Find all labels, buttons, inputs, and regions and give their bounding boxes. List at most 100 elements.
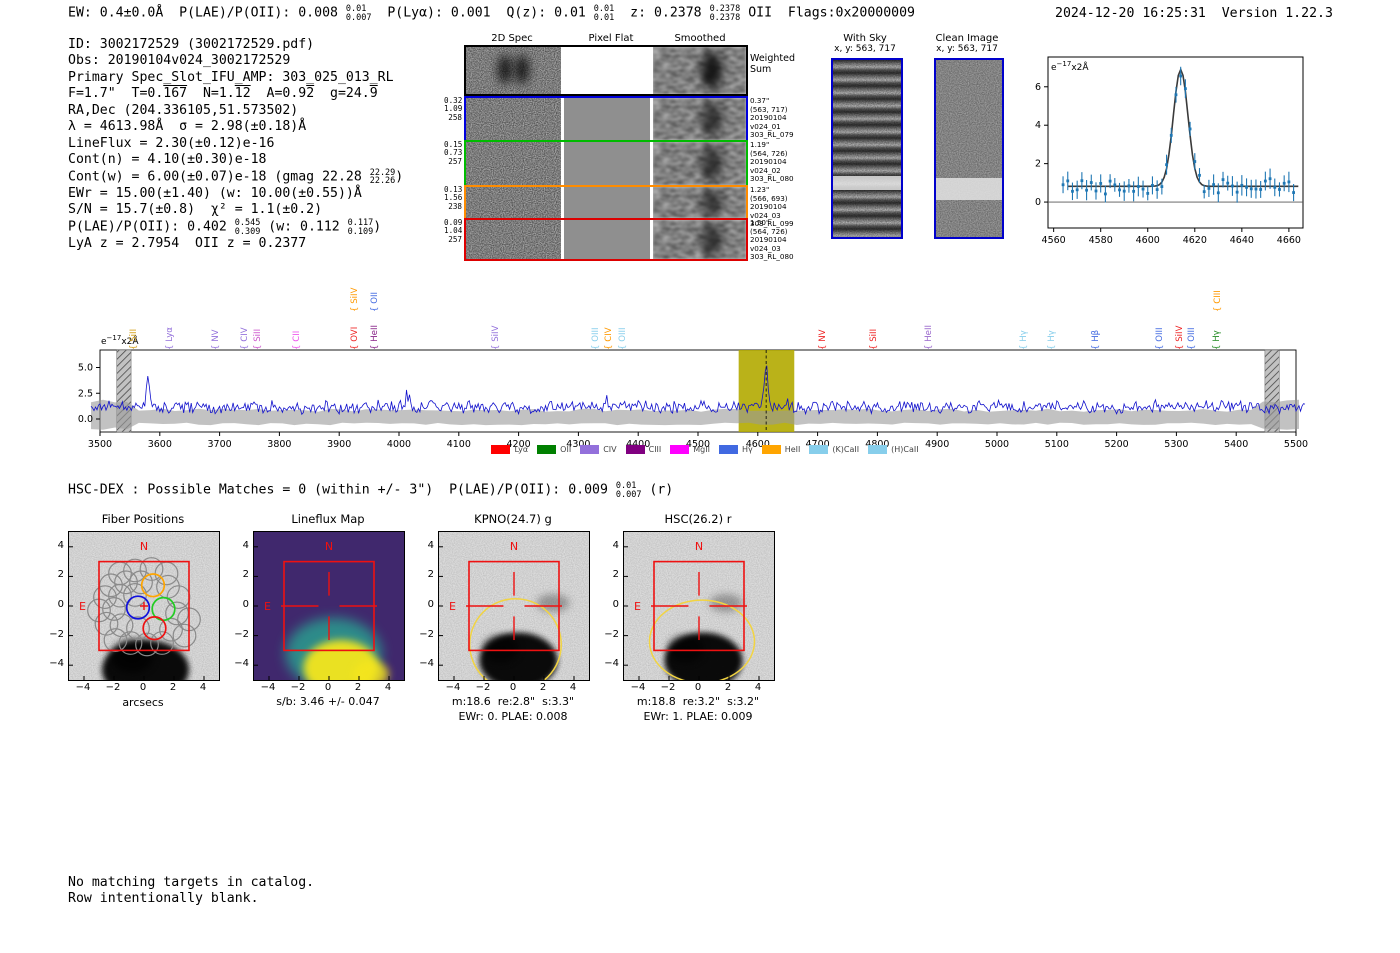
cutout-image-hsc-26-2-r: NE	[623, 531, 775, 689]
emission-line-label-lyα: { Lyα	[164, 327, 175, 350]
spec2d-cell-smoothed	[653, 220, 746, 259]
spec2d-row-meta: Weighted Sum	[750, 53, 795, 75]
cutout-ytick: 4	[242, 539, 249, 551]
cutout-title: HSC(26.2) r	[664, 512, 732, 526]
svg-text:3700: 3700	[208, 439, 232, 450]
info-line: P(LAE)/P(OII): 0.402 0.545 0.309 (w: 0.11…	[68, 217, 382, 237]
legend-swatch	[761, 445, 781, 454]
detection-info-block: ID: 3002172529 (3002172529.pdf) Obs: 2019…	[68, 37, 403, 253]
svg-text:5100: 5100	[1045, 439, 1069, 450]
cutout-ytick: −4	[234, 658, 249, 670]
cutout-image-kpno-24-7-g: NE	[438, 531, 590, 691]
spec2d-row	[464, 185, 748, 220]
svg-text:N: N	[325, 540, 333, 553]
cutout-caption: m:18.8 re:3.2" s:3.2"	[636, 695, 760, 708]
cutout-xtick: 4	[384, 682, 392, 693]
info-line: Cont(w) = 6.00(±0.07)e-18 (gmag 22.28 22…	[68, 167, 404, 187]
header-stats-line: EW: 0.4±0.0Å P(LAE)/P(OII): 0.008 0.01 0.…	[68, 4, 915, 23]
emission-line-label-cii: { CII	[291, 330, 302, 350]
full-spectrum-chart: 3500360037003800390040004100420043004400…	[78, 349, 1308, 450]
spec2d-row-meta: 1.50" (564, 726) 20190104 v024_03 303_RL…	[750, 218, 794, 262]
cutout-ytick: −4	[419, 658, 434, 670]
cutout-xtick: 0	[509, 682, 517, 693]
with-sky-image	[831, 58, 903, 239]
legend-item: CIV	[580, 445, 617, 454]
svg-text:4620: 4620	[1183, 235, 1207, 246]
svg-text:E: E	[449, 600, 456, 613]
svg-text:3800: 3800	[267, 439, 291, 450]
svg-text:N: N	[140, 540, 148, 553]
info-line: Cont(n) = 4.10(±0.30)e-18	[68, 152, 267, 168]
cutout-ytick: 0	[612, 599, 619, 610]
svg-text:4600: 4600	[1136, 235, 1160, 246]
svg-text:6: 6	[1035, 82, 1041, 93]
spec2d-cell-spec	[466, 142, 561, 185]
cutout-ytick: 2	[427, 569, 434, 581]
spec2d-row	[464, 140, 748, 187]
cutout-caption: EWr: 1. PLAE: 0.009	[643, 710, 753, 723]
spec2d-cell-smoothed	[653, 47, 746, 94]
svg-text:0.0: 0.0	[78, 414, 93, 425]
spec2d-cell-flat	[564, 47, 650, 94]
spec2d-row-scale-labels: 0.32 1.09 258	[444, 96, 463, 122]
emission-line-label-oiii: { OIII	[618, 327, 629, 350]
emission-line-label-hβ: { Hβ	[1091, 329, 1102, 350]
info-line: F=1.7" T=0.167 N=1.12 A=0.92 g=24.9	[68, 86, 378, 102]
cutout-xtick: 2	[354, 682, 362, 693]
svg-text:5200: 5200	[1105, 439, 1129, 450]
legend-item: (H)CaII	[868, 445, 919, 454]
line-legend: Lyα OII CIV CIII MgII Hγ HeII (K)CaII (H)CaII	[440, 445, 970, 454]
svg-text:5.0: 5.0	[78, 363, 93, 374]
cutout-title: KPNO(24.7) g	[474, 512, 552, 526]
spec2d-row-meta: 0.37" (563, 717) 20190104 v024_01 303_RL…	[750, 96, 794, 140]
timestamp-version: 2024-12-20 16:25:31 Version 1.22.3	[1055, 6, 1333, 21]
cutout-xtick: 4	[199, 682, 207, 693]
legend-swatch	[625, 445, 645, 454]
spec2d-cell-spec	[466, 220, 561, 259]
cutout-ytick: 0	[57, 599, 64, 610]
inset-flux-units-label: e−17x2Å	[1051, 60, 1089, 73]
cutout-xtick: −2	[660, 682, 676, 693]
emission-line-label-oiii: { OIII	[590, 327, 601, 350]
svg-text:0: 0	[1035, 197, 1041, 208]
svg-text:4560: 4560	[1042, 235, 1066, 246]
sky-panel-coords: x, y: 563, 717	[834, 44, 896, 54]
emission-line-label-civ: { CIV	[603, 327, 614, 350]
cutout-ytick: 4	[57, 539, 64, 551]
legend-label: Lyα	[514, 445, 529, 454]
cutout-ytick: 2	[57, 569, 64, 581]
cutout-caption: m:18.6 re:2.8" s:3.3"	[451, 695, 575, 708]
svg-text:4000: 4000	[387, 439, 411, 450]
footer-line: No matching targets in catalog.	[68, 875, 315, 890]
svg-text:E: E	[79, 600, 86, 613]
spec2d-cell-flat	[564, 187, 650, 218]
spec2d-cell-spec	[466, 98, 561, 140]
cutout-ytick: 4	[612, 539, 619, 551]
spec2d-row-scale-labels: 0.15 0.73 257	[444, 140, 463, 166]
legend-item: OII	[537, 445, 571, 454]
legend-label: (H)CaII	[891, 445, 919, 454]
spec2d-col-header: Pixel Flat	[588, 33, 634, 44]
info-line: ID: 3002172529 (3002172529.pdf)	[68, 37, 315, 52]
cutout-ytick: −2	[234, 628, 249, 640]
spec2d-cell-smoothed	[653, 187, 746, 218]
cutout-xlabel: arcsecs	[122, 696, 164, 709]
spec2d-cell-flat	[564, 142, 650, 185]
svg-text:5500: 5500	[1284, 439, 1308, 450]
spec2d-row	[464, 96, 748, 142]
spec2d-cell-spec	[466, 187, 561, 218]
spec2d-cell-flat	[564, 220, 650, 259]
sky-panel-coords: x, y: 563, 717	[936, 44, 998, 54]
sky-panel-title: Clean Image	[935, 33, 999, 44]
info-line: RA,Dec (204.336105,51.573502)	[68, 102, 299, 118]
cutout-xtick: −2	[290, 682, 306, 693]
cutout-xtick: 2	[724, 682, 732, 693]
cutout-ytick: 2	[242, 569, 249, 581]
legend-label: HeII	[784, 445, 801, 454]
svg-text:N: N	[510, 540, 518, 553]
cutout-ytick: 0	[427, 599, 434, 610]
spec2d-row	[464, 45, 748, 96]
svg-text:3500: 3500	[88, 439, 112, 450]
svg-text:E: E	[264, 600, 271, 613]
cutout-title: Lineflux Map	[291, 512, 365, 526]
